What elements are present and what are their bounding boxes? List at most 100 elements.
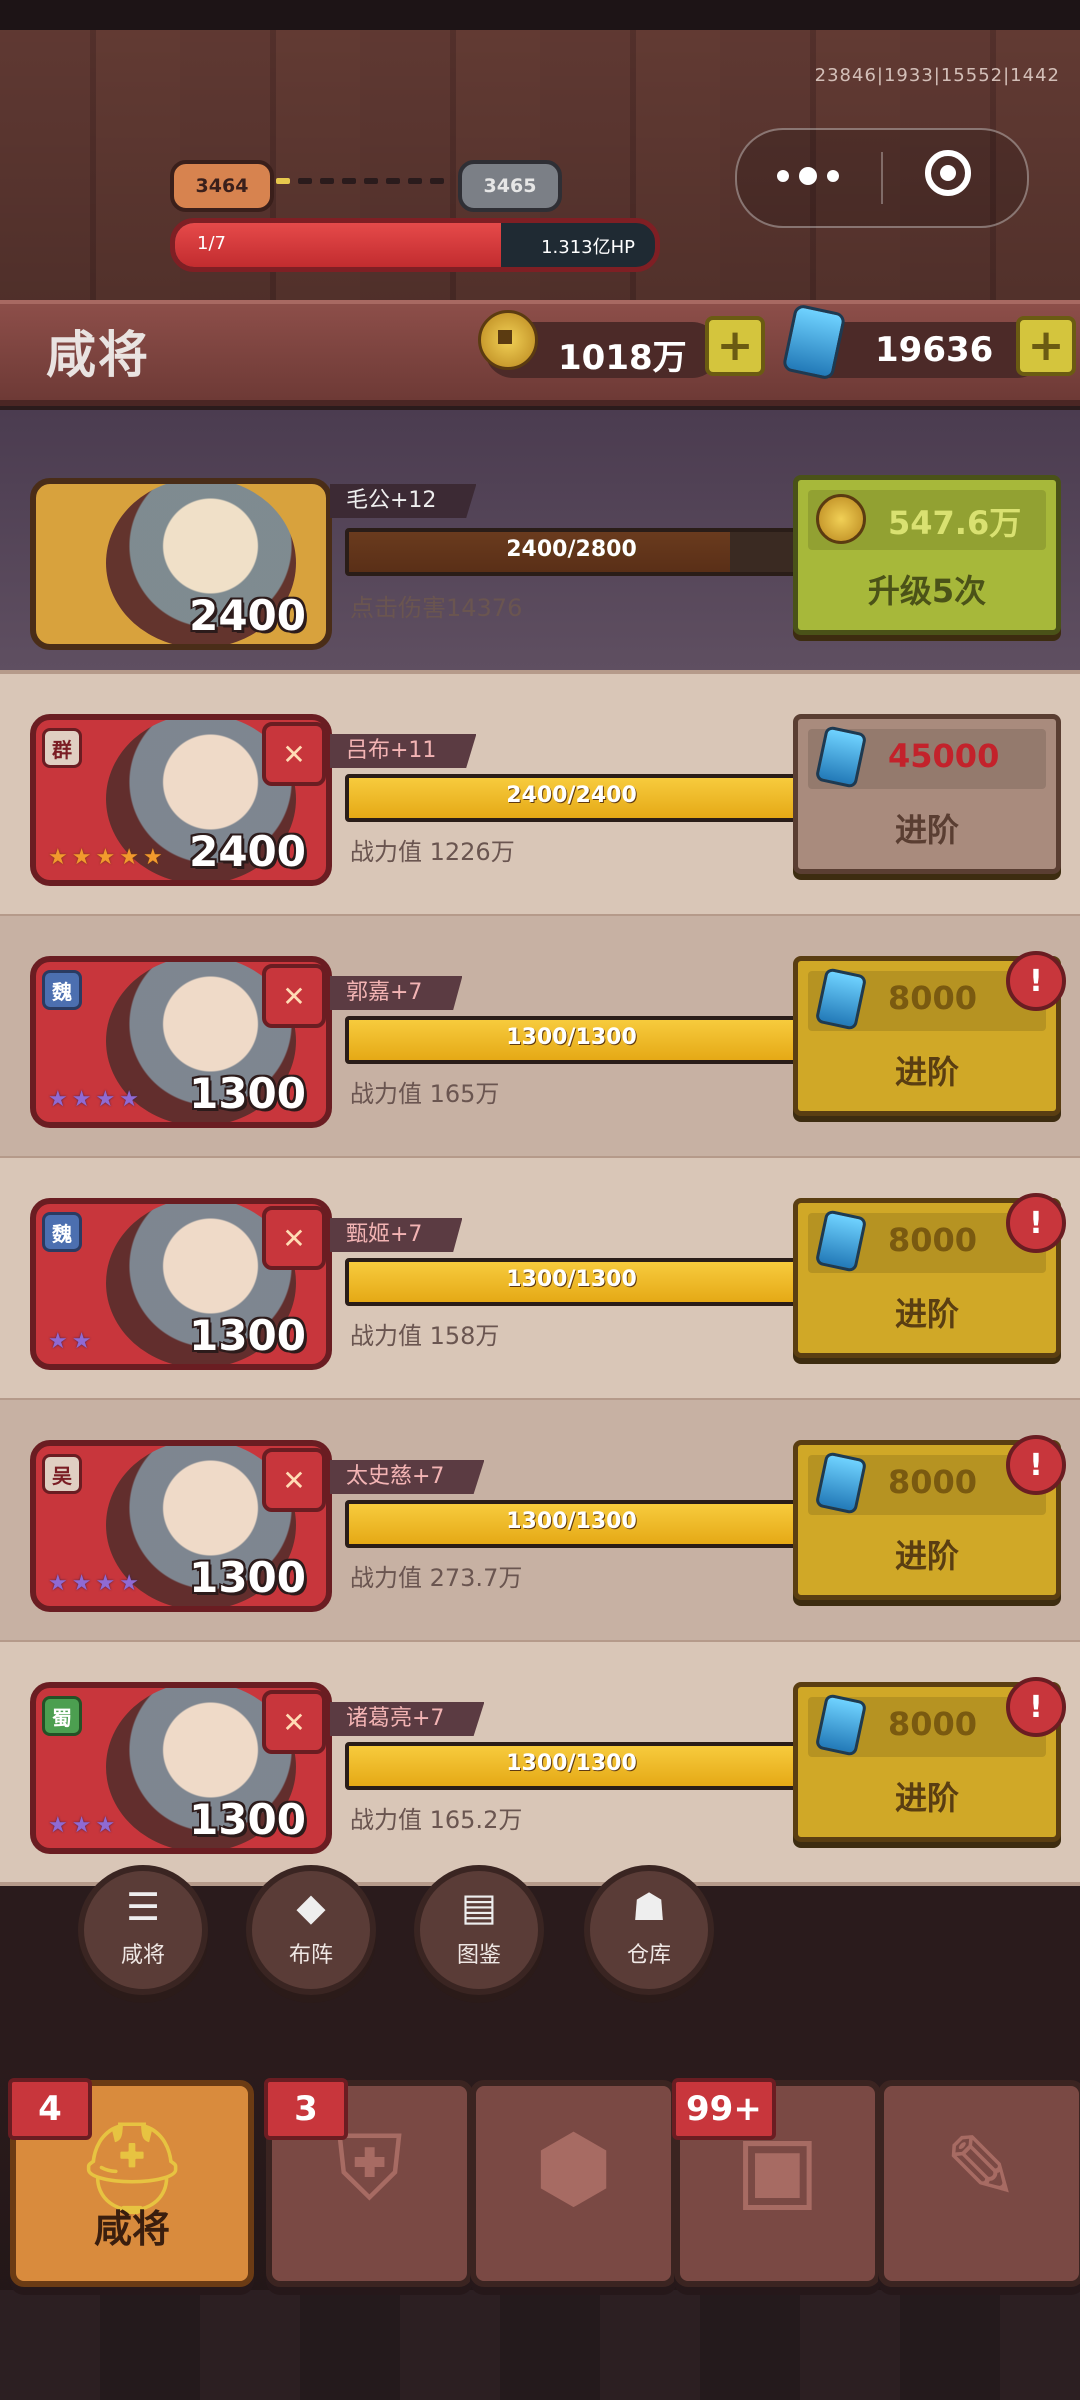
hero-portrait[interactable]: 2400 (30, 478, 332, 650)
battle-badge-icon: ✕ (262, 964, 326, 1028)
battle-badge-icon: ✕ (262, 1206, 326, 1270)
round-nav-label: 咸将 (120, 1943, 165, 1968)
book-icon: ▤ (461, 1885, 497, 1929)
general-progress-bar: 1300/1300 (345, 1500, 798, 1548)
round-nav-label: 布阵 (288, 1943, 333, 1968)
page-title: 咸将 (46, 326, 150, 384)
star-rating: ★ ★ ★ ★ ★ (48, 845, 163, 870)
star-icon: ★ (95, 1087, 116, 1112)
hero-power: 2400 (189, 591, 306, 640)
round-nav-button[interactable]: ◆ 布阵 (246, 1865, 376, 1995)
bottom-tab[interactable]: ⛨ 3 (264, 2078, 473, 2287)
general-progress-bar: 2400/2400 (345, 774, 798, 822)
faction-badge: 魏 (42, 1212, 82, 1252)
round-nav-button[interactable]: ☗ 仓库 (584, 1865, 714, 1995)
star-rating: ★ ★ ★ ★ (48, 1087, 139, 1112)
bottom-tab[interactable]: ▣ 99+ (672, 2078, 881, 2287)
advance-cost: 8000 (888, 1221, 978, 1259)
star-icon: ★ (71, 845, 92, 870)
hero-progress-text: 2400/2800 (506, 537, 637, 562)
hero-stat: 点击伤害14376 (350, 594, 523, 622)
hero-name: 毛公+12 (330, 484, 477, 518)
bottom-tab[interactable]: ⬢ (470, 2080, 677, 2287)
advance-cost: 8000 (888, 1705, 978, 1743)
bottom-tab[interactable]: ⛑ 咸将 4 (8, 2078, 254, 2287)
list-icon: ☰ (125, 1885, 161, 1929)
general-power: 1300 (189, 1069, 306, 1118)
gem-amount: 19636 (875, 330, 994, 370)
general-stat: 战力值 1226万 (350, 838, 515, 866)
alert-icon: ! (1006, 951, 1066, 1011)
battle-badge-icon: ✕ (262, 1690, 326, 1754)
advance-button[interactable]: 8000 进阶 ! (793, 951, 1066, 1116)
advance-button[interactable]: 8000 进阶 ! (793, 1435, 1066, 1600)
alert-icon: ! (1006, 1677, 1066, 1737)
star-icon: ★ (71, 1813, 92, 1838)
battle-badge-icon: ✕ (262, 722, 326, 786)
general-progress-text: 1300/1300 (506, 1509, 637, 1534)
general-progress-bar: 1300/1300 (345, 1016, 798, 1064)
advance-button[interactable]: 8000 进阶 ! (793, 1677, 1066, 1842)
coin-amount: 1018万 (558, 338, 687, 378)
round-nav-button[interactable]: ☰ 咸将 (78, 1865, 208, 1995)
status-strip (0, 0, 1080, 30)
tab-badge-count: 3 (264, 2078, 348, 2140)
star-icon: ★ (95, 1813, 116, 1838)
advance-cost: 8000 (888, 979, 978, 1017)
advance-label: 进阶 (894, 1053, 959, 1091)
hero-progress-bar: 2400/2800 (345, 528, 798, 576)
advance-label: 进阶 (894, 1537, 959, 1575)
formation-icon: ◆ (296, 1885, 326, 1929)
wave-progress (276, 174, 452, 188)
star-icon: ★ (48, 1813, 68, 1838)
capsule-divider (881, 152, 883, 204)
general-progress-bar: 1300/1300 (345, 1258, 798, 1306)
round-nav-button[interactable]: ▤ 图鉴 (414, 1865, 544, 1995)
faction-badge: 蜀 (42, 1696, 82, 1736)
round-nav-label: 图鉴 (456, 1943, 501, 1968)
add-gems-button[interactable]: + (1016, 316, 1076, 376)
star-rating: ★ ★ ★ (48, 1813, 115, 1838)
general-power: 1300 (189, 1311, 306, 1360)
general-name: 吕布+11 (330, 734, 477, 768)
bottom-tab[interactable]: ✎ (878, 2080, 1080, 2287)
general-progress-text: 1300/1300 (506, 1267, 637, 1292)
advance-cost: 8000 (888, 1463, 978, 1501)
faction-badge: 群 (42, 728, 82, 768)
star-icon: ★ (119, 1087, 139, 1112)
alert-icon: ! (1006, 1193, 1066, 1253)
general-name: 甄姬+7 (330, 1218, 463, 1252)
star-icon: ★ (95, 845, 116, 870)
advance-button[interactable]: 8000 进阶 ! (793, 1193, 1066, 1358)
star-rating: ★ ★ (48, 1329, 91, 1354)
general-name: 诸葛亮+7 (330, 1702, 485, 1736)
star-icon: ★ (71, 1329, 92, 1354)
more-dots-icon[interactable] (777, 164, 839, 188)
boss-hp-value: 1.313亿HP (541, 237, 635, 258)
boss-hp-count: 1/7 (197, 233, 226, 254)
advance-button[interactable]: 45000 进阶 (793, 714, 1061, 874)
general-progress-text: 1300/1300 (506, 1751, 637, 1776)
build-id: 23846|1933|15552|1442 (814, 65, 1060, 86)
general-progress-text: 1300/1300 (506, 1025, 637, 1050)
general-power: 1300 (189, 1553, 306, 1602)
map-scroll-icon: ✎ (943, 2116, 1020, 2221)
target-icon[interactable] (925, 150, 971, 196)
advance-label: 进阶 (894, 1295, 959, 1333)
tortoise-icon: ⬢ (534, 2116, 613, 2221)
advance-label: 进阶 (894, 811, 959, 849)
plus-icon: + (716, 320, 754, 371)
round-nav-label: 仓库 (626, 1943, 671, 1968)
general-power: 2400 (189, 827, 306, 876)
coin-icon (478, 310, 538, 370)
general-stat: 战力值 165.2万 (350, 1806, 523, 1834)
add-coins-button[interactable]: + (705, 316, 765, 376)
bottom-decor (0, 2290, 1080, 2400)
next-wave: 3465 (458, 160, 562, 212)
star-icon: ★ (48, 1087, 68, 1112)
general-progress-text: 2400/2400 (506, 783, 637, 808)
advance-label: 进阶 (894, 1779, 959, 1817)
hero-upgrade-button[interactable]: 547.6万 升级5次 (793, 475, 1061, 635)
star-icon: ★ (95, 1571, 116, 1596)
tab-badge-count: 99+ (672, 2078, 776, 2140)
